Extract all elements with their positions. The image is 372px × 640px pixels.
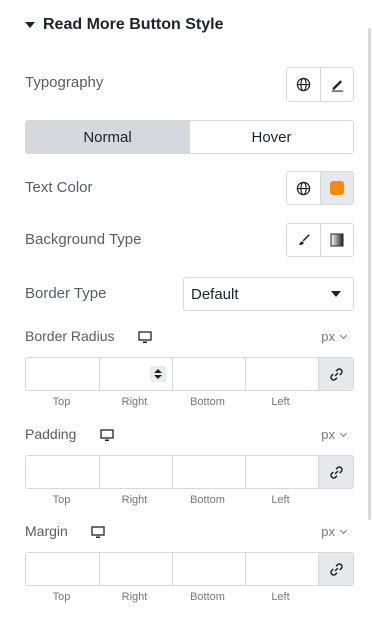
padding-right-input[interactable] bbox=[99, 456, 172, 488]
margin-inputs bbox=[25, 552, 354, 586]
padding-left-input[interactable] bbox=[245, 456, 318, 488]
caret-down-icon bbox=[25, 22, 35, 28]
padding-link-button[interactable] bbox=[318, 456, 353, 488]
desktop-icon[interactable] bbox=[91, 526, 105, 539]
background-gradient-button[interactable] bbox=[320, 224, 353, 256]
background-type-controls bbox=[286, 223, 354, 257]
border-radius-top-input[interactable] bbox=[26, 358, 99, 390]
right-label: Right bbox=[121, 396, 148, 408]
left-label: Left bbox=[271, 396, 290, 408]
tab-normal[interactable]: Normal bbox=[26, 121, 189, 153]
top-label: Top bbox=[52, 396, 71, 408]
bottom-label: Bottom bbox=[190, 494, 225, 506]
border-radius-right-input[interactable] bbox=[99, 358, 172, 390]
padding-unit[interactable]: px bbox=[321, 427, 348, 442]
text-color-controls bbox=[286, 171, 354, 205]
margin-link-button[interactable] bbox=[318, 553, 353, 585]
margin-unit[interactable]: px bbox=[321, 524, 348, 539]
top-label: Top bbox=[52, 494, 71, 506]
border-radius-side-labels: Top Right Bottom Left bbox=[25, 396, 317, 408]
margin-bottom-input[interactable] bbox=[172, 553, 245, 585]
bottom-label: Bottom bbox=[190, 396, 225, 408]
section-header[interactable]: Read More Button Style bbox=[25, 14, 223, 36]
link-icon bbox=[329, 465, 343, 479]
chevron-down-icon bbox=[339, 429, 348, 437]
background-type-label: Background Type bbox=[25, 231, 142, 248]
brush-icon bbox=[298, 234, 310, 245]
spin-down-icon bbox=[154, 375, 162, 379]
border-radius-unit-value: px bbox=[321, 329, 335, 344]
chevron-down-icon bbox=[331, 291, 341, 297]
tab-hover[interactable]: Hover bbox=[189, 121, 353, 153]
border-radius-bottom-input[interactable] bbox=[172, 358, 245, 390]
chevron-down-icon bbox=[339, 331, 348, 339]
padding-inputs bbox=[25, 455, 354, 489]
padding-top-input[interactable] bbox=[26, 456, 99, 488]
padding-side-labels: Top Right Bottom Left bbox=[25, 494, 317, 506]
padding-label: Padding bbox=[25, 426, 77, 442]
border-radius-link-button[interactable] bbox=[318, 358, 353, 390]
typography-edit-button[interactable] bbox=[320, 68, 353, 101]
margin-side-labels: Top Right Bottom Left bbox=[25, 591, 317, 603]
typography-label: Typography bbox=[25, 74, 104, 91]
border-type-label: Border Type bbox=[25, 285, 107, 302]
margin-right-input[interactable] bbox=[99, 553, 172, 585]
typography-global-button[interactable] bbox=[287, 68, 320, 101]
padding-unit-value: px bbox=[321, 427, 335, 442]
link-icon bbox=[329, 562, 343, 576]
border-radius-label: Border Radius bbox=[25, 328, 115, 344]
text-color-label: Text Color bbox=[25, 179, 93, 196]
desktop-icon[interactable] bbox=[138, 331, 152, 344]
pencil-icon bbox=[331, 80, 343, 92]
background-classic-button[interactable] bbox=[287, 224, 320, 256]
globe-icon bbox=[296, 181, 311, 195]
text-color-global-button[interactable] bbox=[287, 172, 320, 204]
right-label: Right bbox=[121, 591, 148, 603]
border-type-select[interactable]: Default bbox=[183, 277, 354, 311]
left-label: Left bbox=[271, 494, 290, 506]
link-icon bbox=[329, 367, 343, 381]
chevron-down-icon bbox=[339, 526, 348, 534]
margin-unit-value: px bbox=[321, 524, 335, 539]
text-color-swatch-button[interactable] bbox=[320, 172, 353, 204]
margin-label: Margin bbox=[25, 523, 68, 539]
padding-bottom-input[interactable] bbox=[172, 456, 245, 488]
bottom-label: Bottom bbox=[190, 591, 225, 603]
right-label: Right bbox=[121, 494, 148, 506]
border-radius-unit[interactable]: px bbox=[321, 329, 348, 344]
desktop-icon[interactable] bbox=[100, 429, 114, 442]
margin-left-input[interactable] bbox=[245, 553, 318, 585]
top-label: Top bbox=[52, 591, 71, 603]
spin-up-icon bbox=[154, 369, 162, 373]
border-radius-inputs bbox=[25, 357, 354, 391]
gradient-icon bbox=[330, 233, 344, 247]
state-tabs: Normal Hover bbox=[25, 120, 354, 154]
color-swatch bbox=[330, 181, 344, 195]
border-radius-left-input[interactable] bbox=[245, 358, 318, 390]
section-title: Read More Button Style bbox=[43, 16, 224, 33]
scrollbar[interactable] bbox=[368, 28, 371, 520]
border-type-value: Default bbox=[191, 285, 239, 303]
margin-top-input[interactable] bbox=[26, 553, 99, 585]
left-label: Left bbox=[271, 591, 290, 603]
style-panel: Read More Button Style Typography Normal… bbox=[0, 0, 372, 640]
number-spinner[interactable] bbox=[150, 366, 166, 382]
typography-controls bbox=[286, 67, 354, 102]
globe-icon bbox=[296, 77, 311, 92]
